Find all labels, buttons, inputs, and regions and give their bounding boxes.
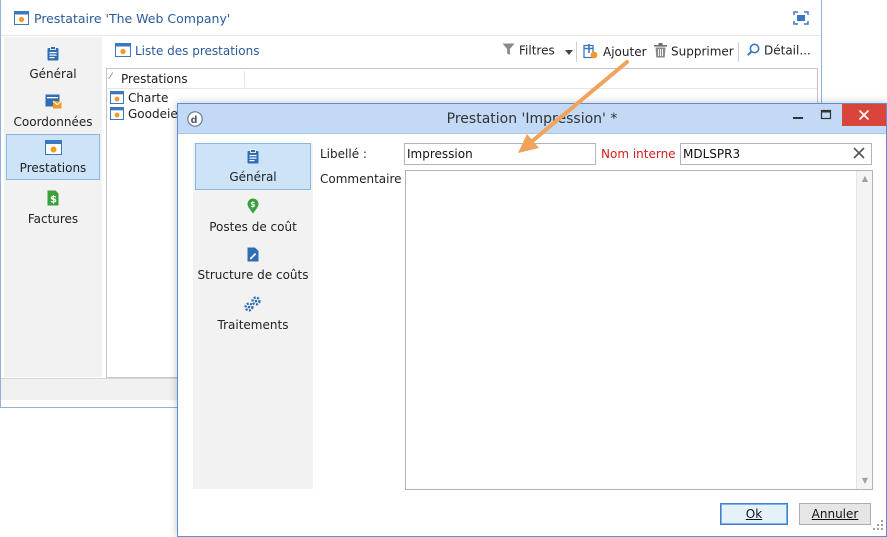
funnel-icon [502, 43, 515, 59]
sidebar-item-factures[interactable]: $ Factures [6, 185, 100, 231]
libelle-label: Libellé : [320, 147, 367, 161]
libelle-input[interactable] [404, 143, 596, 165]
background-toolbar: Liste des prestations Filtres Ajouter Su… [106, 38, 818, 66]
clear-icon[interactable] [852, 146, 866, 163]
cost-structure-icon [195, 247, 311, 265]
background-window-titlebar: Prestataire 'The Web Company' [1, 0, 821, 36]
sidebar-item-label: Traitements [217, 318, 289, 332]
service-icon [7, 140, 99, 158]
sidebar-item-label: Prestations [19, 161, 87, 175]
trash-icon [654, 43, 667, 61]
column-header-prestations[interactable]: Prestations [121, 72, 188, 86]
gears-icon [195, 296, 311, 315]
detail-button[interactable]: Détail... [747, 43, 811, 59]
address-card-icon [6, 94, 100, 112]
list-header: ⁄ Prestations [107, 69, 817, 89]
service-icon [110, 107, 124, 123]
sidebar-item-traitements[interactable]: Traitements [195, 291, 311, 338]
list-item[interactable]: Goodeies [110, 107, 184, 123]
comment-textarea[interactable]: ▲ ▼ [405, 170, 873, 490]
dialog-titlebar: d Prestation 'Impression' * [178, 104, 886, 134]
dialog-sidebar: Général $ Postes de coût Structure de co… [193, 143, 313, 489]
internal-name-input[interactable] [680, 143, 872, 165]
background-sidebar: Général Coordonnées Prestations $ Factur… [4, 37, 102, 377]
add-button[interactable]: Ajouter [583, 43, 647, 62]
filters-button[interactable]: Filtres [502, 43, 577, 59]
service-icon [115, 43, 131, 60]
delete-button[interactable]: Supprimer [654, 43, 734, 61]
internal-name-label: Nom interne : [601, 147, 684, 161]
sidebar-item-label: Coordonnées [13, 115, 93, 129]
add-item-icon [583, 43, 599, 62]
sidebar-item-general[interactable]: Général [6, 41, 100, 87]
sidebar-item-label: Structure de coûts [197, 268, 309, 282]
comment-label: Commentaire : [320, 172, 410, 186]
scroll-down-icon[interactable]: ▼ [857, 473, 873, 489]
scroll-up-icon[interactable]: ▲ [857, 171, 873, 187]
sidebar-item-label: Général [29, 67, 77, 81]
sidebar-item-label: Postes de coût [209, 220, 297, 234]
resize-grip-icon[interactable] [873, 519, 883, 533]
sidebar-item-prestations[interactable]: Prestations [6, 134, 100, 180]
sidebar-item-structure-de-couts[interactable]: Structure de coûts [195, 242, 311, 289]
invoice-icon: $ [6, 190, 100, 209]
service-icon [14, 11, 29, 28]
svg-text:$: $ [250, 200, 255, 209]
svg-text:$: $ [50, 195, 57, 206]
dialog-title: Prestation 'Impression' * [446, 111, 618, 127]
prestation-dialog: d Prestation 'Impression' * Général $ Po… [177, 103, 887, 537]
clipboard-icon [196, 149, 310, 167]
sort-indicator[interactable]: ⁄ [110, 72, 112, 82]
minimize-button[interactable] [784, 104, 812, 126]
cost-pin-icon: $ [195, 198, 311, 217]
list-item[interactable]: Charte [110, 91, 168, 107]
sidebar-item-postes-de-cout[interactable]: $ Postes de coût [195, 193, 311, 240]
dropdown-arrow-icon [564, 44, 573, 58]
sidebar-item-coordonnees[interactable]: Coordonnées [6, 89, 100, 135]
maximize-button[interactable] [812, 104, 840, 126]
sidebar-item-label: Factures [27, 212, 79, 226]
fullscreen-icon[interactable] [793, 11, 809, 28]
search-icon [747, 43, 760, 59]
clipboard-icon [6, 46, 100, 64]
sidebar-item-general[interactable]: Général [195, 143, 311, 190]
sidebar-item-label: Général [229, 170, 277, 184]
background-window-title: Prestataire 'The Web Company' [34, 11, 231, 26]
cancel-button[interactable]: Annuler [799, 503, 871, 525]
comment-scrollbar[interactable]: ▲ ▼ [856, 171, 872, 489]
list-title: Liste des prestations [115, 43, 259, 60]
ok-button[interactable]: Ok [720, 503, 788, 525]
service-icon [110, 91, 124, 107]
close-button[interactable] [842, 104, 886, 126]
